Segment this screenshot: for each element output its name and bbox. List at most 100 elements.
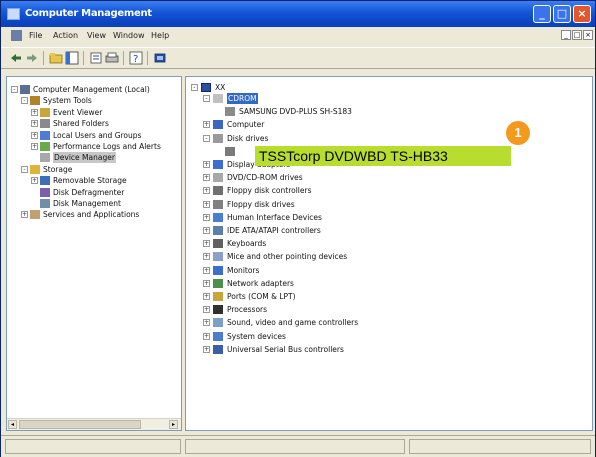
menu-action[interactable]: Action — [53, 31, 78, 40]
device-icon — [213, 94, 223, 103]
expand-toggle[interactable]: + — [203, 121, 210, 129]
device-tree-item-label: Processors — [227, 305, 268, 315]
expand-toggle[interactable]: + — [203, 266, 210, 274]
expand-toggle[interactable]: + — [203, 345, 210, 353]
status-cell-right — [409, 439, 591, 454]
expand-toggle[interactable]: + — [31, 120, 38, 128]
collapse-toggle[interactable]: - — [21, 165, 28, 173]
device-icon — [213, 318, 223, 328]
expand-toggle[interactable]: + — [203, 332, 210, 340]
device-icon — [213, 239, 223, 249]
mdi-restore-button[interactable]: □ — [572, 30, 582, 40]
collapse-toggle[interactable]: - — [203, 134, 210, 142]
expand-toggle[interactable]: + — [203, 174, 210, 182]
expand-toggle[interactable]: + — [203, 161, 210, 168]
step-number-badge: 1 — [506, 121, 530, 145]
toolbar-separator — [43, 51, 44, 65]
device-tree-item-label: CDROM — [227, 93, 258, 104]
scroll-left-button[interactable]: ◂ — [8, 420, 17, 429]
console-tree-pane[interactable]: ◂ ▸ - Computer Management (Local) - System … — [6, 76, 182, 431]
device-tree-item-label: Human Interface Devices — [227, 212, 322, 222]
left-tree-item-label: Performance Logs and Alerts — [53, 142, 161, 151]
status-bar — [1, 435, 595, 457]
left-tree-item-label: Storage — [43, 164, 73, 174]
expand-toggle[interactable]: + — [203, 253, 210, 261]
device-tree-item-label: Sound, video and game controllers — [227, 318, 359, 328]
tree-node-icon — [40, 142, 50, 151]
maximize-button[interactable]: □ — [553, 5, 571, 23]
device-tree-pane[interactable]: - XX - CDROM SAMSUNG DVD-PLUS SH-S183 + Comp… — [185, 76, 593, 431]
device-tree-item-label: IDE ATA/ATAPI controllers — [227, 226, 321, 235]
help-icon[interactable]: ? — [129, 51, 143, 65]
scan-hardware-icon[interactable] — [153, 51, 167, 65]
title-bar[interactable]: Computer Management _ □ × — [1, 1, 595, 27]
device-icon — [213, 305, 223, 315]
menu-file[interactable]: File — [29, 31, 42, 40]
expand-toggle[interactable]: + — [31, 131, 38, 139]
device-icon — [213, 160, 223, 169]
print-icon[interactable] — [105, 51, 119, 65]
toolbar-separator — [123, 51, 124, 65]
device-tree-item-label: SAMSUNG DVD-PLUS SH-S183 — [239, 107, 352, 117]
mdi-minimize-button[interactable]: _ — [561, 30, 571, 40]
left-tree-item-label: Local Users and Groups — [53, 130, 142, 140]
device-tree-item-label: Monitors — [227, 265, 260, 275]
left-tree-item-label: Device Manager — [53, 152, 116, 164]
left-tree-item-label: Services and Applications — [43, 210, 140, 220]
expand-toggle[interactable]: + — [203, 213, 210, 221]
expand-toggle[interactable]: + — [31, 108, 38, 116]
device-icon — [213, 252, 223, 262]
expand-toggle[interactable]: + — [203, 279, 210, 287]
mdi-close-button[interactable]: × — [583, 30, 593, 40]
device-icon — [213, 292, 223, 301]
back-arrow-icon[interactable] — [9, 51, 23, 65]
svg-text:?: ? — [133, 54, 138, 65]
expand-toggle[interactable]: + — [203, 187, 210, 195]
scroll-thumb[interactable] — [19, 420, 141, 429]
expand-toggle[interactable]: + — [31, 143, 38, 150]
close-button[interactable]: × — [573, 5, 591, 23]
tree-node-icon — [40, 199, 50, 208]
menu-help[interactable]: Help — [151, 31, 169, 40]
device-tree-item-label: Keyboards — [227, 239, 267, 249]
tree-node-icon — [30, 164, 40, 174]
collapse-toggle[interactable]: - — [11, 86, 18, 93]
expand-toggle[interactable]: + — [21, 211, 28, 219]
left-tree-item-label: Disk Defragmenter — [53, 187, 125, 197]
expand-toggle[interactable]: + — [203, 227, 210, 234]
properties-icon[interactable] — [89, 51, 103, 65]
left-tree-item-label: Event Viewer — [53, 107, 103, 117]
expand-toggle[interactable]: + — [203, 319, 210, 327]
device-icon — [213, 120, 223, 130]
device-tree-root-label: XX — [215, 83, 226, 92]
forward-arrow-icon[interactable] — [25, 51, 39, 65]
tree-node-icon — [40, 153, 50, 163]
expand-toggle[interactable]: + — [31, 177, 38, 185]
up-folder-icon[interactable] — [49, 51, 63, 65]
expand-toggle[interactable]: + — [203, 293, 210, 300]
horizontal-scrollbar[interactable]: ◂ ▸ — [7, 418, 181, 430]
expand-toggle[interactable]: + — [203, 200, 210, 208]
menu-window[interactable]: Window — [113, 31, 145, 40]
device-icon — [225, 146, 235, 156]
scroll-right-button[interactable]: ▸ — [169, 420, 178, 429]
tree-node-icon — [40, 119, 50, 129]
tree-node-icon — [40, 187, 50, 197]
tree-node-icon — [40, 130, 50, 140]
minimize-button[interactable]: _ — [533, 5, 551, 23]
toolbar: ? — [1, 47, 595, 69]
device-icon — [213, 226, 223, 235]
menu-view[interactable]: View — [87, 31, 106, 40]
mmc-document-icon[interactable] — [11, 30, 22, 41]
collapse-toggle[interactable]: - — [21, 97, 28, 105]
device-tree-item-label: Floppy disk controllers — [227, 186, 312, 196]
collapse-toggle[interactable]: - — [203, 95, 210, 102]
expand-toggle[interactable]: + — [203, 306, 210, 314]
left-tree-item-label: System Tools — [43, 96, 92, 106]
device-tree-item-label: Ports (COM & LPT) — [227, 292, 296, 301]
expand-toggle[interactable]: + — [203, 240, 210, 248]
menu-bar: File Action View Window Help _ □ × — [1, 27, 595, 45]
collapse-toggle[interactable]: - — [191, 84, 198, 91]
left-tree-item-label: Shared Folders — [53, 119, 109, 129]
show-tree-icon[interactable] — [65, 51, 79, 65]
